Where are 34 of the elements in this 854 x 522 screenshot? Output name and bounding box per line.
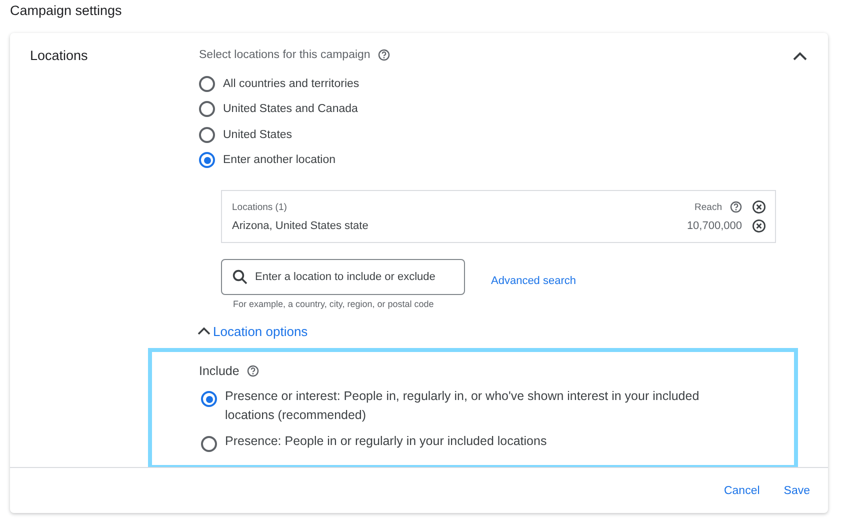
reach-heading: Reach — [694, 202, 722, 212]
radio-label: United States — [223, 128, 292, 141]
radio-label: United States and Canada — [223, 103, 358, 116]
help-icon[interactable] — [378, 49, 390, 61]
radio-button[interactable] — [201, 391, 217, 407]
search-icon — [232, 269, 248, 285]
location-options-toggle[interactable]: Location options — [197, 323, 308, 339]
radio-button[interactable] — [199, 152, 215, 168]
radio-label: Presence or interest: People in, regularly in, or who've shown interest in your included locations (recommended) — [225, 388, 700, 424]
radio-button[interactable] — [201, 436, 217, 452]
advanced-search-link[interactable]: Advanced search — [491, 275, 576, 287]
section-prompt: Select locations for this campaign — [199, 49, 370, 61]
radio-button[interactable] — [199, 76, 215, 92]
help-icon[interactable] — [247, 365, 260, 377]
cancel-button[interactable]: Cancel — [724, 480, 760, 500]
help-icon[interactable] — [730, 201, 742, 213]
location-search-field[interactable]: Enter a location to include or exclude — [221, 259, 465, 295]
remove-all-icon[interactable] — [752, 200, 766, 214]
remove-icon[interactable] — [752, 219, 766, 233]
radio-label: All countries and territories — [223, 78, 360, 90]
radio-button[interactable] — [199, 101, 215, 118]
collapse-icon[interactable] — [792, 51, 808, 61]
save-button[interactable]: Save — [784, 480, 810, 500]
radio-label: Presence: People in or regularly in your included locations — [225, 433, 548, 450]
search-hint: For example, a country, city, region, or postal code — [233, 299, 435, 309]
include-label: Include — [199, 364, 240, 378]
page-title: Campaign settings — [10, 3, 123, 19]
section-label: Locations — [30, 48, 88, 63]
chevron-up-icon[interactable] — [197, 326, 211, 336]
radio-label: Enter another location — [223, 154, 336, 166]
location-name: Arizona, United States state — [232, 220, 368, 232]
radio-button[interactable] — [199, 126, 215, 143]
table-heading: Locations (1) — [232, 202, 287, 212]
reach-value: 10,700,000 — [686, 220, 742, 232]
